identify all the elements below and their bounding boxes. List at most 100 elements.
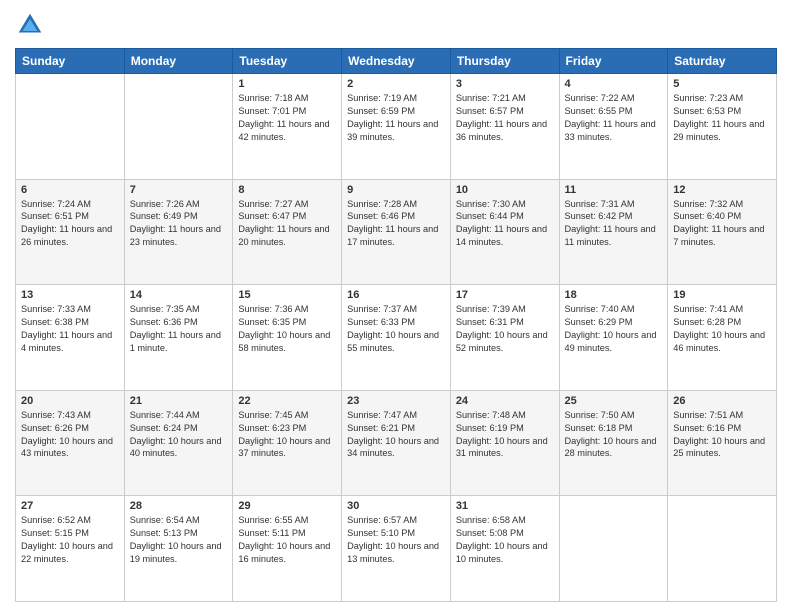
calendar-cell: 12 Sunrise: 7:32 AM Sunset: 6:40 PM Dayli… (668, 179, 777, 285)
calendar-cell: 8 Sunrise: 7:27 AM Sunset: 6:47 PM Daylig… (233, 179, 342, 285)
day-number: 10 (456, 184, 554, 196)
calendar-cell: 30Sunrise: 6:57 AM Sunset: 5:10 PM Dayli… (342, 496, 451, 602)
calendar-day-header: Thursday (450, 49, 559, 74)
day-number: 19 (673, 289, 771, 301)
day-number: 25 (565, 395, 663, 407)
logo (15, 10, 49, 40)
calendar-week-row: 6 Sunrise: 7:24 AM Sunset: 6:51 PM Daylig… (16, 179, 777, 285)
day-info: Sunrise: 7:22 AM Sunset: 6:55 PM Dayligh… (565, 92, 663, 144)
calendar-cell: 10 Sunrise: 7:30 AM Sunset: 6:44 PM Dayli… (450, 179, 559, 285)
day-info: Sunrise: 7:32 AM Sunset: 6:40 PM Dayligh… (673, 198, 771, 250)
calendar-day-header: Wednesday (342, 49, 451, 74)
calendar-week-row: 20 Sunrise: 7:43 AM Sunset: 6:26 PM Dayli… (16, 390, 777, 496)
header (15, 10, 777, 40)
day-number: 21 (130, 395, 228, 407)
calendar-cell: 26 Sunrise: 7:51 AM Sunset: 6:16 PM Dayli… (668, 390, 777, 496)
calendar-day-header: Saturday (668, 49, 777, 74)
day-info: Sunrise: 7:40 AM Sunset: 6:29 PM Dayligh… (565, 303, 663, 355)
day-info: Sunrise: 6:55 AM Sunset: 5:11 PM Dayligh… (238, 514, 336, 566)
day-info: Sunrise: 6:52 AM Sunset: 5:15 PM Dayligh… (21, 514, 119, 566)
calendar-cell: 27 Sunrise: 6:52 AM Sunset: 5:15 PM Dayli… (16, 496, 125, 602)
day-info: Sunrise: 7:26 AM Sunset: 6:49 PM Dayligh… (130, 198, 228, 250)
day-info: Sunrise: 6:57 AM Sunset: 5:10 PM Dayligh… (347, 514, 445, 566)
day-info: Sunrise: 7:19 AM Sunset: 6:59 PM Dayligh… (347, 92, 445, 144)
day-number: 26 (673, 395, 771, 407)
calendar-cell (668, 496, 777, 602)
day-number: 13 (21, 289, 119, 301)
calendar-cell: 13 Sunrise: 7:33 AM Sunset: 6:38 PM Dayli… (16, 285, 125, 391)
calendar-week-row: 1Sunrise: 7:18 AM Sunset: 7:01 PM Daylig… (16, 74, 777, 180)
calendar-cell: 6 Sunrise: 7:24 AM Sunset: 6:51 PM Daylig… (16, 179, 125, 285)
day-info: Sunrise: 7:28 AM Sunset: 6:46 PM Dayligh… (347, 198, 445, 250)
calendar-cell: 11Sunrise: 7:31 AM Sunset: 6:42 PM Dayli… (559, 179, 668, 285)
day-number: 14 (130, 289, 228, 301)
day-number: 28 (130, 500, 228, 512)
calendar-cell: 4 Sunrise: 7:22 AM Sunset: 6:55 PM Daylig… (559, 74, 668, 180)
day-info: Sunrise: 7:27 AM Sunset: 6:47 PM Dayligh… (238, 198, 336, 250)
day-info: Sunrise: 7:21 AM Sunset: 6:57 PM Dayligh… (456, 92, 554, 144)
calendar-cell: 22 Sunrise: 7:45 AM Sunset: 6:23 PM Dayli… (233, 390, 342, 496)
calendar-day-header: Monday (124, 49, 233, 74)
calendar-cell: 19Sunrise: 7:41 AM Sunset: 6:28 PM Dayli… (668, 285, 777, 391)
day-info: Sunrise: 7:51 AM Sunset: 6:16 PM Dayligh… (673, 409, 771, 461)
day-info: Sunrise: 7:30 AM Sunset: 6:44 PM Dayligh… (456, 198, 554, 250)
calendar-header-row: SundayMondayTuesdayWednesdayThursdayFrid… (16, 49, 777, 74)
day-info: Sunrise: 7:18 AM Sunset: 7:01 PM Dayligh… (238, 92, 336, 144)
day-info: Sunrise: 7:33 AM Sunset: 6:38 PM Dayligh… (21, 303, 119, 355)
day-info: Sunrise: 7:43 AM Sunset: 6:26 PM Dayligh… (21, 409, 119, 461)
day-number: 23 (347, 395, 445, 407)
calendar-cell: 31 Sunrise: 6:58 AM Sunset: 5:08 PM Dayli… (450, 496, 559, 602)
calendar-day-header: Friday (559, 49, 668, 74)
day-info: Sunrise: 7:39 AM Sunset: 6:31 PM Dayligh… (456, 303, 554, 355)
logo-icon (15, 10, 45, 40)
day-number: 17 (456, 289, 554, 301)
calendar-cell: 25 Sunrise: 7:50 AM Sunset: 6:18 PM Dayli… (559, 390, 668, 496)
day-info: Sunrise: 7:44 AM Sunset: 6:24 PM Dayligh… (130, 409, 228, 461)
day-info: Sunrise: 7:48 AM Sunset: 6:19 PM Dayligh… (456, 409, 554, 461)
day-number: 12 (673, 184, 771, 196)
day-number: 31 (456, 500, 554, 512)
day-number: 9 (347, 184, 445, 196)
day-info: Sunrise: 7:24 AM Sunset: 6:51 PM Dayligh… (21, 198, 119, 250)
day-number: 11 (565, 184, 663, 196)
calendar-cell (559, 496, 668, 602)
day-info: Sunrise: 7:36 AM Sunset: 6:35 PM Dayligh… (238, 303, 336, 355)
page: SundayMondayTuesdayWednesdayThursdayFrid… (0, 0, 792, 612)
calendar-cell: 9 Sunrise: 7:28 AM Sunset: 6:46 PM Daylig… (342, 179, 451, 285)
calendar-cell: 14Sunrise: 7:35 AM Sunset: 6:36 PM Dayli… (124, 285, 233, 391)
day-info: Sunrise: 7:23 AM Sunset: 6:53 PM Dayligh… (673, 92, 771, 144)
calendar-cell: 15Sunrise: 7:36 AM Sunset: 6:35 PM Dayli… (233, 285, 342, 391)
calendar-day-header: Tuesday (233, 49, 342, 74)
calendar-cell: 28 Sunrise: 6:54 AM Sunset: 5:13 PM Dayli… (124, 496, 233, 602)
day-number: 3 (456, 78, 554, 90)
calendar-table: SundayMondayTuesdayWednesdayThursdayFrid… (15, 48, 777, 602)
day-number: 22 (238, 395, 336, 407)
calendar-cell: 24 Sunrise: 7:48 AM Sunset: 6:19 PM Dayli… (450, 390, 559, 496)
calendar-cell: 3 Sunrise: 7:21 AM Sunset: 6:57 PM Daylig… (450, 74, 559, 180)
day-info: Sunrise: 6:54 AM Sunset: 5:13 PM Dayligh… (130, 514, 228, 566)
day-number: 8 (238, 184, 336, 196)
calendar-week-row: 27 Sunrise: 6:52 AM Sunset: 5:15 PM Dayli… (16, 496, 777, 602)
calendar-cell: 20 Sunrise: 7:43 AM Sunset: 6:26 PM Dayli… (16, 390, 125, 496)
day-number: 16 (347, 289, 445, 301)
day-number: 24 (456, 395, 554, 407)
calendar-day-header: Sunday (16, 49, 125, 74)
calendar-cell: 21 Sunrise: 7:44 AM Sunset: 6:24 PM Dayli… (124, 390, 233, 496)
day-number: 7 (130, 184, 228, 196)
calendar-cell: 7 Sunrise: 7:26 AM Sunset: 6:49 PM Daylig… (124, 179, 233, 285)
day-info: Sunrise: 7:50 AM Sunset: 6:18 PM Dayligh… (565, 409, 663, 461)
calendar-cell: 18Sunrise: 7:40 AM Sunset: 6:29 PM Dayli… (559, 285, 668, 391)
day-info: Sunrise: 7:45 AM Sunset: 6:23 PM Dayligh… (238, 409, 336, 461)
calendar-cell: 2Sunrise: 7:19 AM Sunset: 6:59 PM Daylig… (342, 74, 451, 180)
day-number: 4 (565, 78, 663, 90)
calendar-cell: 17 Sunrise: 7:39 AM Sunset: 6:31 PM Dayli… (450, 285, 559, 391)
day-number: 20 (21, 395, 119, 407)
calendar-cell (124, 74, 233, 180)
calendar-cell: 16Sunrise: 7:37 AM Sunset: 6:33 PM Dayli… (342, 285, 451, 391)
calendar-cell: 1Sunrise: 7:18 AM Sunset: 7:01 PM Daylig… (233, 74, 342, 180)
calendar-cell: 23Sunrise: 7:47 AM Sunset: 6:21 PM Dayli… (342, 390, 451, 496)
day-number: 6 (21, 184, 119, 196)
calendar-cell: 29Sunrise: 6:55 AM Sunset: 5:11 PM Dayli… (233, 496, 342, 602)
day-number: 27 (21, 500, 119, 512)
day-info: Sunrise: 6:58 AM Sunset: 5:08 PM Dayligh… (456, 514, 554, 566)
